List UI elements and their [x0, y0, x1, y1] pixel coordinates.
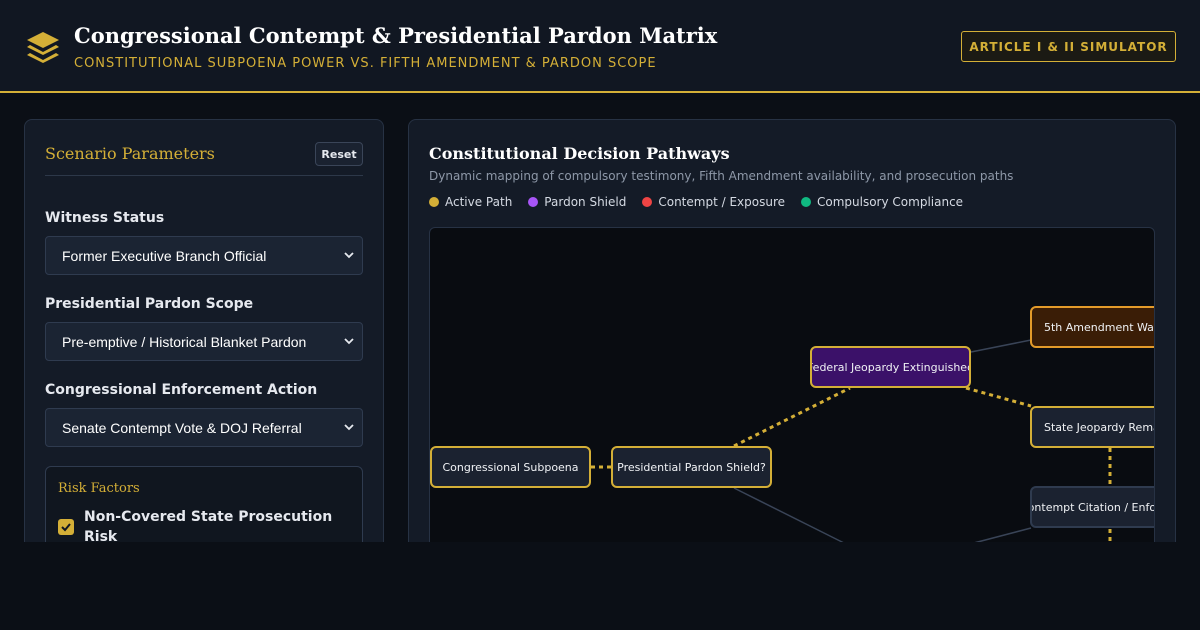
scenario-parameters-panel: Scenario Parameters Reset Witness Status… — [24, 119, 384, 576]
legend-item: Contempt / Exposure — [642, 195, 785, 209]
legend-item: Compulsory Compliance — [801, 195, 963, 209]
state-risk-checkbox[interactable] — [58, 519, 74, 535]
layers-icon — [27, 32, 59, 63]
legend-item: Active Path — [429, 195, 512, 209]
pathways-subtitle: Dynamic mapping of compulsory testimony,… — [429, 169, 1014, 183]
legend: Active Path Pardon Shield Contempt / Exp… — [429, 195, 963, 209]
pathway-canvas[interactable]: Congressional Subpoena Presidential Pard… — [429, 227, 1155, 557]
pathways-title: Constitutional Decision Pathways — [429, 144, 730, 163]
panel-title: Scenario Parameters — [45, 144, 215, 163]
legend-dot — [429, 197, 439, 207]
decision-pathways-panel: Constitutional Decision Pathways Dynamic… — [408, 119, 1176, 559]
witness-status-select[interactable]: Former Executive Branch Official — [45, 236, 363, 275]
witness-status-label: Witness Status — [45, 210, 165, 226]
node-congressional-subpoena[interactable]: Congressional Subpoena — [430, 446, 591, 488]
enforcement-label: Congressional Enforcement Action — [45, 382, 318, 398]
pardon-scope-value: Pre-emptive / Historical Blanket Pardon — [62, 333, 307, 350]
legend-label: Pardon Shield — [544, 195, 627, 209]
risk-factors-title: Risk Factors — [58, 481, 140, 496]
node-state-jeopardy[interactable]: State Jeopardy Remains — [1030, 406, 1154, 448]
check-icon — [61, 523, 71, 532]
legend-dot — [642, 197, 653, 207]
legend-item: Pardon Shield — [528, 195, 626, 209]
legend-label: Contempt / Exposure — [658, 195, 785, 209]
legend-label: Active Path — [445, 195, 513, 209]
enforcement-value: Senate Contempt Vote & DOJ Referral — [62, 419, 302, 436]
panel-divider — [45, 175, 363, 176]
state-risk-label: Non-Covered State Prosecution Risk — [84, 509, 333, 545]
chevron-down-icon — [344, 338, 354, 345]
page-bottom-area — [0, 542, 1200, 630]
node-contempt-label: Contempt Citation / Enforcement — [1032, 500, 1154, 514]
edge-jeopardy-state — [965, 386, 1032, 408]
legend-dot — [801, 197, 811, 207]
node-contempt-citation[interactable]: Contempt Citation / Enforcement — [1030, 486, 1154, 528]
node-fifth-amendment[interactable]: 5th Amendment Waived — [1030, 306, 1154, 348]
legend-dot — [528, 197, 539, 207]
edge-pardon-down — [733, 487, 851, 547]
edge-jeopardy-waived — [970, 339, 1032, 353]
legend-label: Compulsory Compliance — [817, 195, 964, 209]
enforcement-select[interactable]: Senate Contempt Vote & DOJ Referral — [45, 408, 363, 447]
node-federal-jeopardy[interactable]: Federal Jeopardy Extinguished — [810, 346, 971, 388]
chevron-down-icon — [344, 252, 354, 259]
chevron-down-icon — [344, 424, 354, 431]
edge-pardon-jeopardy — [733, 386, 851, 448]
node-pardon-shield[interactable]: Presidential Pardon Shield? — [611, 446, 772, 488]
page-title: Congressional Contempt & Presidential Pa… — [74, 23, 718, 48]
pardon-scope-label: Presidential Pardon Scope — [45, 296, 254, 312]
reset-button[interactable]: Reset — [315, 142, 363, 166]
app-header: Congressional Contempt & Presidential Pa… — [0, 0, 1200, 93]
page-subtitle: CONSTITUTIONAL SUBPOENA POWER VS. FIFTH … — [74, 56, 657, 71]
simulator-badge: ARTICLE I & II SIMULATOR — [961, 31, 1176, 62]
pardon-scope-select[interactable]: Pre-emptive / Historical Blanket Pardon — [45, 322, 363, 361]
witness-status-value: Former Executive Branch Official — [62, 247, 267, 264]
